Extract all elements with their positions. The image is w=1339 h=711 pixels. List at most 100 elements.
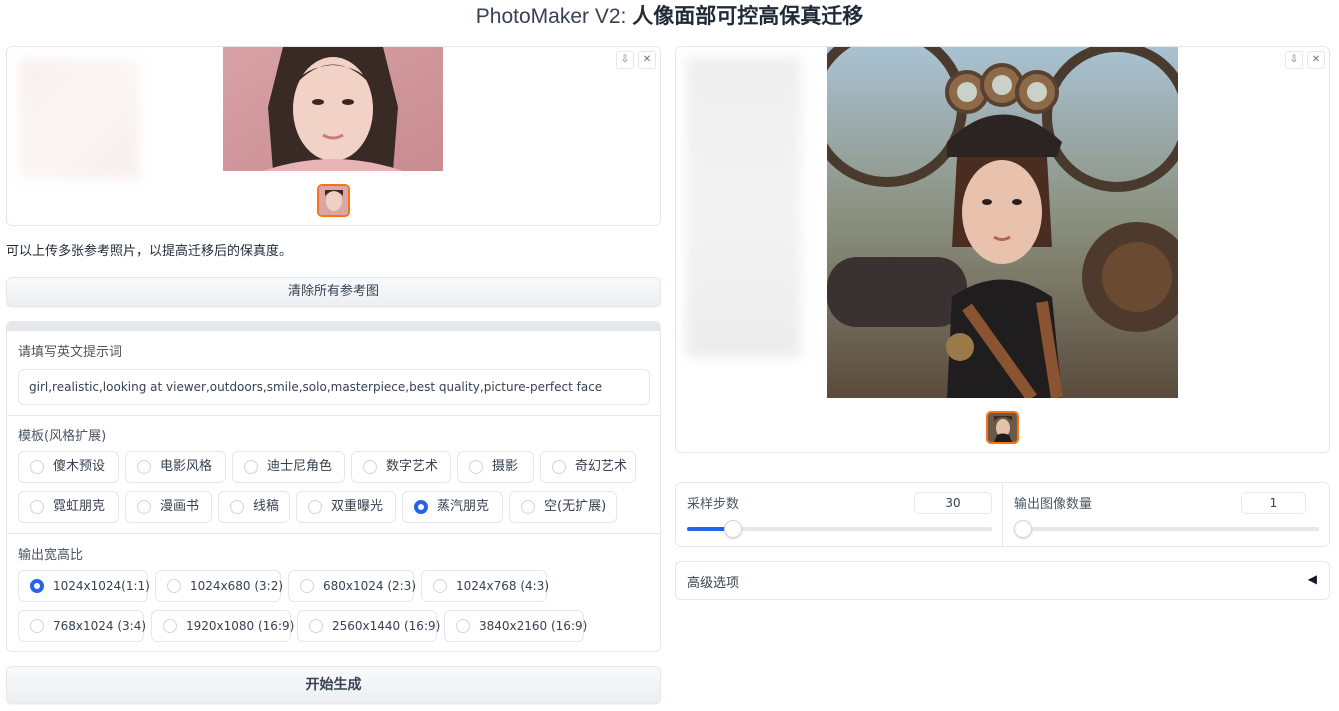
option-label: 1920x1080 (16:9) <box>186 619 295 633</box>
template-option-selected[interactable]: 蒸汽朋克 <box>402 491 503 523</box>
template-option[interactable]: 数字艺术 <box>351 451 451 483</box>
num-images-input[interactable]: 1 <box>1241 492 1306 514</box>
reference-thumbnail[interactable] <box>317 184 350 217</box>
radio-icon <box>300 579 314 593</box>
reference-image[interactable] <box>223 47 443 171</box>
radio-selected-icon <box>30 579 44 593</box>
option-label: 1024x768 (4:3) <box>456 579 550 593</box>
radio-icon <box>552 460 566 474</box>
title-main: 人像面部可控高保真迁移 <box>632 5 864 28</box>
template-option[interactable]: 线稿 <box>218 491 290 523</box>
num-images-label: 输出图像数量 <box>1014 497 1093 512</box>
sampling-steps-label: 采样步数 <box>687 497 740 512</box>
template-option[interactable]: 霓虹朋克 <box>18 491 119 523</box>
divider <box>7 533 660 534</box>
option-label: 768x1024 (3:4) <box>53 619 147 633</box>
radio-icon <box>244 460 258 474</box>
prompt-input[interactable]: girl,realistic,looking at viewer,outdoor… <box>18 369 650 405</box>
output-image[interactable] <box>827 47 1178 398</box>
sampling-steps-input[interactable]: 30 <box>914 492 992 514</box>
download-icon[interactable]: ⇩ <box>616 51 634 69</box>
radio-icon <box>521 500 535 514</box>
reference-portrait <box>223 47 443 171</box>
advanced-options-label: 高级选项 <box>687 576 740 591</box>
radio-icon <box>230 500 244 514</box>
option-label: 摄影 <box>492 459 519 474</box>
template-option[interactable]: 双重曝光 <box>296 491 396 523</box>
option-label: 双重曝光 <box>331 499 384 514</box>
radio-selected-icon <box>414 500 428 514</box>
clear-references-button[interactable]: 清除所有参考图 <box>6 277 661 307</box>
radio-icon <box>137 500 151 514</box>
option-label: 电影风格 <box>160 459 213 474</box>
num-images-slider[interactable] <box>1014 520 1319 538</box>
template-option[interactable]: 漫画书 <box>125 491 212 523</box>
aspect-label: 输出宽高比 <box>18 548 84 563</box>
output-thumbnail-image <box>988 413 1017 442</box>
title-prefix: PhotoMaker V2: <box>475 5 633 28</box>
template-option[interactable]: 电影风格 <box>125 451 226 483</box>
template-label: 模板(风格扩展) <box>18 429 107 444</box>
option-label: 1024x1024(1:1) <box>53 579 150 593</box>
radio-icon <box>137 460 151 474</box>
divider <box>1002 483 1003 546</box>
option-label: 2560x1440 (16:9) <box>332 619 441 633</box>
aspect-option[interactable]: 1024x680 (3:2) <box>155 570 283 602</box>
settings-form: 请填写英文提示词 girl,realistic,looking at viewe… <box>6 321 661 652</box>
option-label: 奇幻艺术 <box>575 459 628 474</box>
option-label: 线稿 <box>253 499 280 514</box>
aspect-option[interactable]: 680x1024 (2:3) <box>288 570 417 602</box>
radio-icon <box>308 500 322 514</box>
download-icon[interactable]: ⇩ <box>1285 51 1303 69</box>
radio-icon <box>309 619 323 633</box>
output-thumbnail[interactable] <box>986 411 1019 444</box>
reference-thumbnail-image <box>319 186 348 215</box>
close-icon[interactable]: ✕ <box>638 51 656 69</box>
radio-icon <box>163 619 177 633</box>
generate-button[interactable]: 开始生成 <box>6 666 661 704</box>
template-option[interactable]: 傻木预设 <box>18 451 119 483</box>
upload-hint: 可以上传多张参考照片，以提高迁移后的保真度。 <box>6 244 293 259</box>
radio-icon <box>30 619 44 633</box>
aspect-option[interactable]: 3840x2160 (16:9) <box>444 610 588 642</box>
template-option[interactable]: 迪士尼角色 <box>232 451 345 483</box>
aspect-option-selected[interactable]: 1024x1024(1:1) <box>18 570 150 602</box>
slider-handle[interactable] <box>723 520 742 538</box>
radio-icon <box>30 460 44 474</box>
reference-gallery[interactable]: ⇩ ✕ <box>6 46 661 226</box>
template-option[interactable]: 摄影 <box>457 451 534 483</box>
aspect-option[interactable]: 1024x768 (4:3) <box>421 570 550 602</box>
option-label: 数字艺术 <box>386 459 439 474</box>
option-label: 3840x2160 (16:9) <box>479 619 588 633</box>
option-label: 迪士尼角色 <box>267 459 333 474</box>
blurred-preview-right <box>686 57 801 357</box>
form-topbar <box>7 322 660 331</box>
radio-icon <box>433 579 447 593</box>
template-option[interactable]: 奇幻艺术 <box>540 451 636 483</box>
radio-icon <box>469 460 483 474</box>
slider-handle[interactable] <box>1014 520 1032 538</box>
aspect-option[interactable]: 1920x1080 (16:9) <box>151 610 295 642</box>
radio-icon <box>363 460 377 474</box>
aspect-option[interactable]: 768x1024 (3:4) <box>18 610 147 642</box>
output-portrait <box>827 47 1178 398</box>
advanced-options-accordion[interactable]: 高级选项 ◀ <box>675 561 1330 600</box>
radio-icon <box>167 579 181 593</box>
option-label: 空(无扩展) <box>544 499 607 514</box>
sampling-steps-slider[interactable] <box>687 520 992 538</box>
option-label: 680x1024 (2:3) <box>323 579 417 593</box>
output-gallery[interactable]: ⇩ ✕ <box>675 46 1330 453</box>
template-option[interactable]: 空(无扩展) <box>509 491 617 523</box>
triangle-left-icon: ◀ <box>1307 572 1317 586</box>
option-label: 漫画书 <box>160 499 200 514</box>
slider-panel: 采样步数 30 输出图像数量 1 <box>675 482 1330 547</box>
divider <box>7 415 660 416</box>
aspect-option[interactable]: 2560x1440 (16:9) <box>297 610 441 642</box>
blurred-preview-left <box>19 59 139 179</box>
page-title: PhotoMaker V2: 人像面部可控高保真迁移 <box>0 2 1339 32</box>
close-icon[interactable]: ✕ <box>1307 51 1325 69</box>
radio-icon <box>456 619 470 633</box>
prompt-label: 请填写英文提示词 <box>18 345 123 360</box>
radio-icon <box>30 500 44 514</box>
option-label: 霓虹朋克 <box>53 499 106 514</box>
